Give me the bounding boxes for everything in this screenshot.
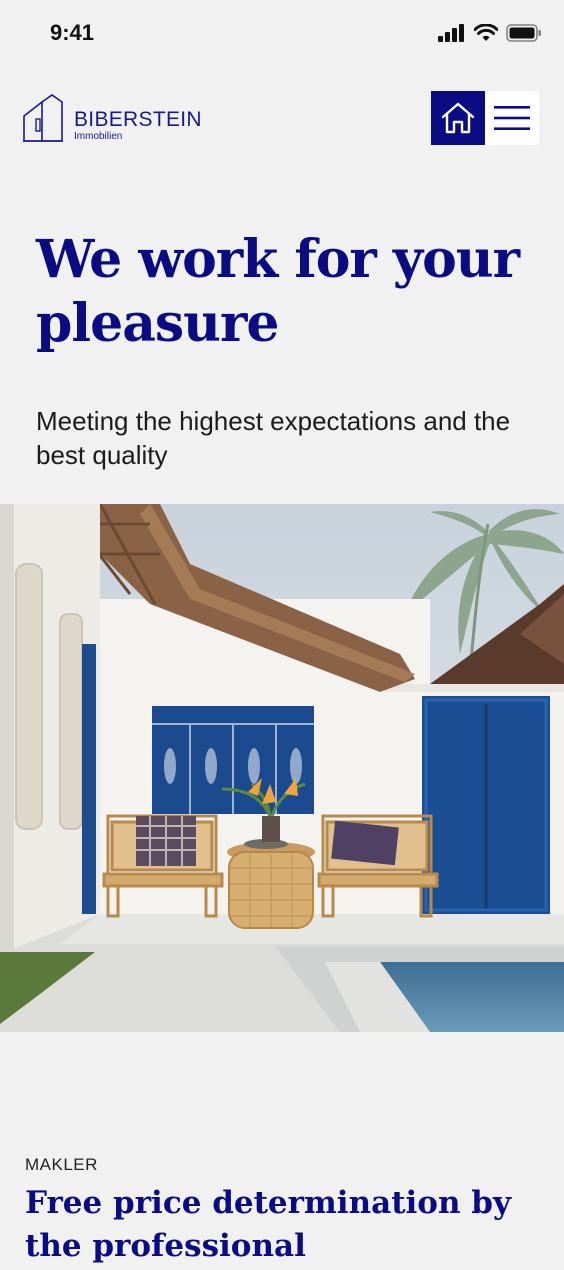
- site-header: BIBERSTEIN Immobilien: [0, 90, 564, 146]
- menu-button[interactable]: [485, 91, 539, 145]
- home-icon: [441, 102, 475, 134]
- battery-icon: [506, 24, 541, 42]
- brand-subtitle: Immobilien: [74, 131, 123, 142]
- house-logo-icon: [23, 94, 63, 142]
- section-eyebrow: MAKLER: [25, 1155, 98, 1174]
- section-title: Free price determination by the professi…: [25, 1185, 511, 1264]
- status-time: 9:41: [50, 20, 95, 45]
- cellular-signal-icon: [438, 24, 464, 42]
- status-icons: [438, 24, 542, 42]
- hamburger-menu-icon: [494, 106, 530, 130]
- brand-name: BIBERSTEIN: [74, 108, 202, 131]
- wifi-icon: [474, 24, 498, 41]
- hero-photo: [0, 504, 564, 1032]
- home-button[interactable]: [431, 91, 485, 145]
- status-bar: 9:41: [0, 0, 564, 66]
- hero-title: We work for your pleasure: [36, 229, 520, 354]
- brand-logo[interactable]: BIBERSTEIN Immobilien: [22, 94, 202, 142]
- hero-subtitle: Meeting the highest expectations and the…: [36, 406, 511, 470]
- patio-illustration: [0, 504, 564, 1032]
